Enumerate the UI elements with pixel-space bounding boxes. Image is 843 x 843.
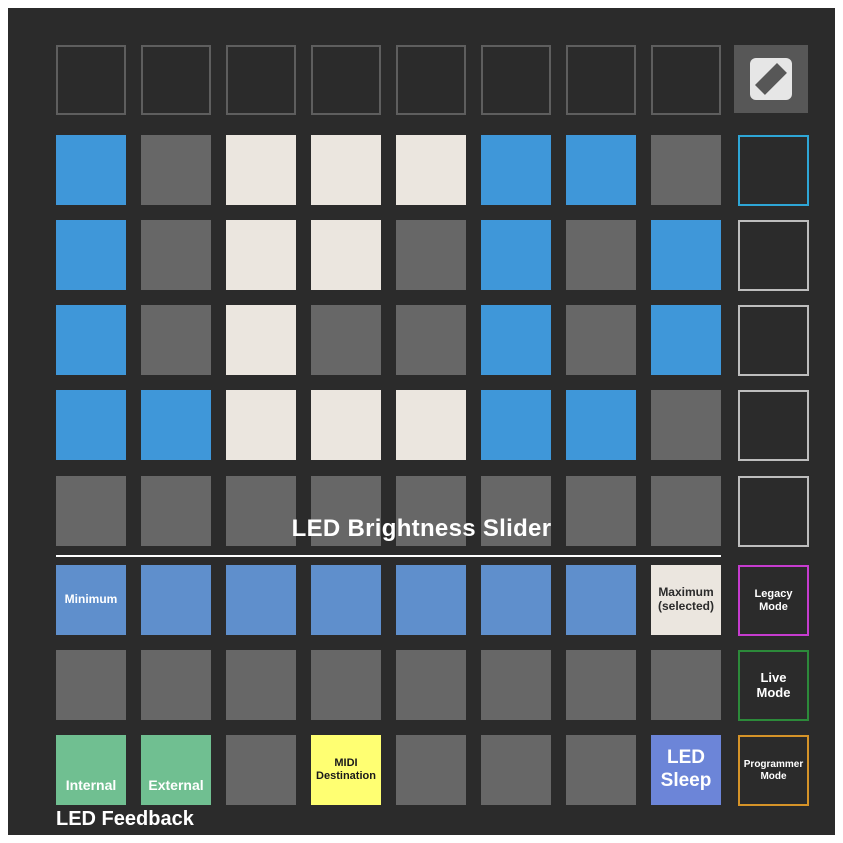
feedback-internal-pad[interactable]: Internal [56,735,126,805]
row8-pad-3[interactable] [226,650,296,720]
grid-pad-r4-c7[interactable] [566,390,636,460]
grid-pad-r3-c1[interactable] [56,305,126,375]
top-button-7[interactable] [566,45,636,115]
maximum-label-line1: Maximum [658,585,714,600]
midi-line1: MIDI [334,757,358,770]
launchpad-device: LED Brightness Slider Minimum Maximum (s… [8,8,835,835]
feedback-external-pad[interactable]: External [141,735,211,805]
midi-destination-pad[interactable]: MIDI Destination [311,735,381,805]
row9-pad-7[interactable] [566,735,636,805]
midi-destination-label: MIDI Destination [311,735,381,805]
grid-pad-r1-c5[interactable] [396,135,466,205]
brightness-maximum-pad[interactable]: Maximum (selected) [651,565,721,635]
grid-pad-r1-c1[interactable] [56,135,126,205]
legacy-mode-label: Legacy Mode [740,567,807,634]
grid-pad-r2-c8[interactable] [651,220,721,290]
row8-pad-4[interactable] [311,650,381,720]
top-button-6[interactable] [481,45,551,115]
side-button-2[interactable] [738,220,809,291]
programmer-line1: Programmer [743,759,804,770]
grid-pad-r2-c1[interactable] [56,220,126,290]
sleep-line2: Sleep [660,770,712,791]
grid-pad-r1-c7[interactable] [566,135,636,205]
grid-pad-r2-c3[interactable] [226,220,296,290]
grid-pad-r3-c2[interactable] [141,305,211,375]
live-line1: Live [760,669,787,685]
live-mode-button[interactable]: Live Mode [738,650,809,721]
grid-pad-r4-c2[interactable] [141,390,211,460]
legacy-mode-button[interactable]: Legacy Mode [738,565,809,636]
side-button-1[interactable] [738,135,809,206]
row8-pad-6[interactable] [481,650,551,720]
grid-pad-r4-c6[interactable] [481,390,551,460]
top-button-4[interactable] [311,45,381,115]
top-button-2[interactable] [141,45,211,115]
grid-pad-r3-c7[interactable] [566,305,636,375]
row9-pad-5[interactable] [396,735,466,805]
midi-line2: Destination [316,770,376,782]
grid-pad-r1-c6[interactable] [481,135,551,205]
novation-logo-button[interactable] [734,45,808,113]
grid-pad-r4-c3[interactable] [226,390,296,460]
minimum-label: Minimum [64,592,118,607]
grid-pad-r2-c7[interactable] [566,220,636,290]
grid-pad-r3-c8[interactable] [651,305,721,375]
brightness-slider-title: LED Brightness Slider [291,515,552,542]
led-sleep-label: LED Sleep [651,735,721,805]
grid-pad-r3-c6[interactable] [481,305,551,375]
side-button-3[interactable] [738,305,809,376]
grid-pad-r2-c5[interactable] [396,220,466,290]
grid-pad-r3-c5[interactable] [396,305,466,375]
brightness-minimum-pad[interactable]: Minimum [56,565,126,635]
maximum-label: Maximum (selected) [651,565,721,635]
row8-pad-7[interactable] [566,650,636,720]
grid-pad-r4-c5[interactable] [396,390,466,460]
divider-line [56,555,721,557]
live-mode-label: Live Mode [740,652,807,719]
row8-pad-2[interactable] [141,650,211,720]
grid-pad-r1-c3[interactable] [226,135,296,205]
legacy-line1: Legacy [754,587,793,600]
row9-pad-6[interactable] [481,735,551,805]
row8-pad-8[interactable] [651,650,721,720]
brightness-pad-4[interactable] [311,565,381,635]
brightness-pad-7[interactable] [566,565,636,635]
grid-pad-r4-c4[interactable] [311,390,381,460]
row8-pad-5[interactable] [396,650,466,720]
sleep-line1: LED [667,747,705,769]
programmer-mode-button[interactable]: Programmer Mode [738,735,809,806]
grid-pad-r1-c8[interactable] [651,135,721,205]
live-line2: Mode [756,684,791,700]
programmer-line2: Mode [760,770,787,782]
maximum-label-line2: (selected) [657,599,715,613]
external-label: External [148,776,204,793]
top-button-3[interactable] [226,45,296,115]
top-button-5[interactable] [396,45,466,115]
grid-pad-r3-c3[interactable] [226,305,296,375]
led-sleep-pad[interactable]: LED Sleep [651,735,721,805]
grid-pad-r2-c6[interactable] [481,220,551,290]
brightness-pad-5[interactable] [396,565,466,635]
grid-pad-r3-c4[interactable] [311,305,381,375]
grid-pad-r1-c2[interactable] [141,135,211,205]
led-feedback-title: LED Feedback [56,808,194,830]
grid-pad-r4-c8[interactable] [651,390,721,460]
brightness-pad-2[interactable] [141,565,211,635]
internal-label: Internal [65,776,117,793]
row8-pad-1[interactable] [56,650,126,720]
row9-pad-3[interactable] [226,735,296,805]
legacy-line2: Mode [759,600,788,613]
grid-pad-r4-c1[interactable] [56,390,126,460]
grid-pad-r2-c2[interactable] [141,220,211,290]
side-button-4[interactable] [738,390,809,461]
brightness-pad-3[interactable] [226,565,296,635]
programmer-mode-label: Programmer Mode [740,737,807,804]
top-button-1[interactable] [56,45,126,115]
grid-pad-r1-c4[interactable] [311,135,381,205]
grid-pad-r2-c4[interactable] [311,220,381,290]
top-button-8[interactable] [651,45,721,115]
brightness-pad-6[interactable] [481,565,551,635]
novation-logo-icon [750,58,792,100]
